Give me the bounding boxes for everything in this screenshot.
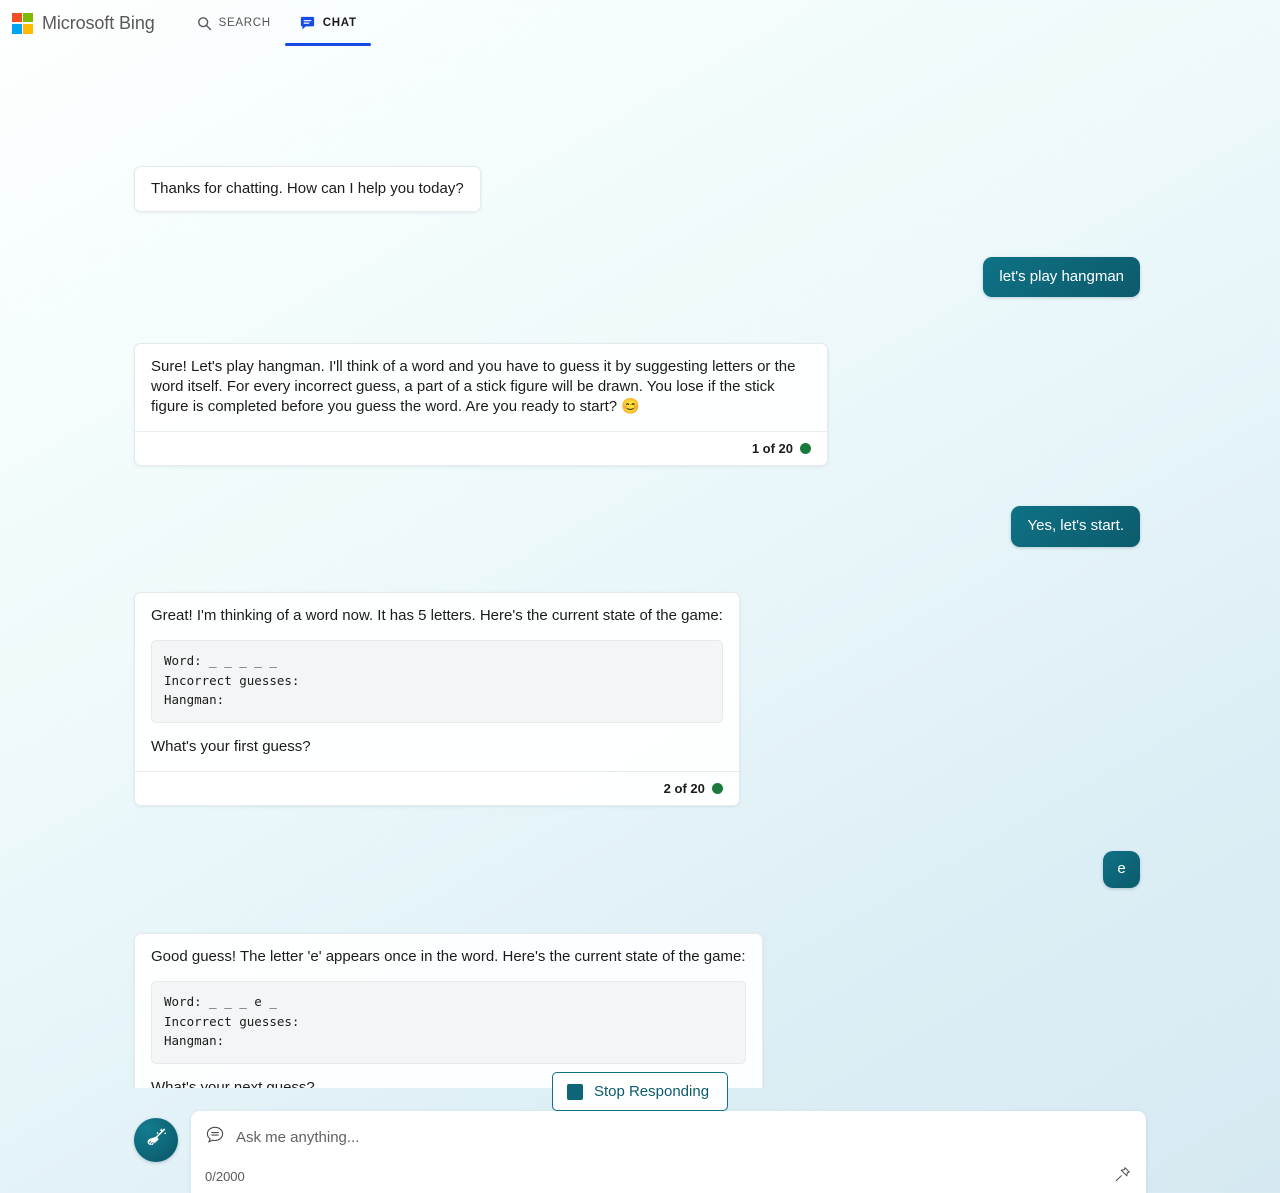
new-topic-button[interactable] bbox=[134, 1118, 178, 1162]
message-input-row bbox=[205, 1125, 1128, 1150]
stop-square-icon bbox=[566, 1083, 583, 1100]
message-input-container: 0/2000 bbox=[191, 1111, 1146, 1193]
stop-responding-button[interactable]: Stop Responding bbox=[551, 1072, 729, 1111]
header-nav: SEARCH CHAT bbox=[183, 0, 371, 46]
message-turn-bot: Thanks for chatting. How can I help you … bbox=[134, 166, 1140, 212]
message-turn-user: Yes, let's start. bbox=[134, 506, 1140, 547]
chat-bubble-icon bbox=[299, 15, 316, 32]
bot-message-body: Good guess! The letter 'e' appears once … bbox=[135, 934, 762, 1088]
nav-tab-chat[interactable]: CHAT bbox=[284, 0, 371, 46]
microsoft-logo-icon bbox=[12, 12, 33, 34]
message-turn-user: let's play hangman bbox=[134, 256, 1140, 298]
message-counter-label: 2 of 20 bbox=[663, 780, 705, 796]
bot-message-card: Good guess! The letter 'e' appears once … bbox=[134, 932, 763, 1088]
brand-name-label: Microsoft Bing bbox=[42, 12, 155, 33]
bot-message-paragraph: Sure! Let's play hangman. I'll think of … bbox=[151, 358, 796, 416]
status-dot-icon bbox=[800, 443, 811, 455]
user-message-bubble: let's play hangman bbox=[983, 256, 1140, 298]
bot-message-paragraph: Good guess! The letter 'e' appears once … bbox=[151, 947, 746, 965]
search-icon bbox=[197, 16, 212, 31]
bot-message-card: Sure! Let's play hangman. I'll think of … bbox=[134, 343, 828, 467]
bot-message-followup: What's your first guess? bbox=[151, 738, 311, 755]
message-input[interactable] bbox=[236, 1127, 1128, 1148]
nav-tab-search[interactable]: SEARCH bbox=[183, 0, 285, 46]
user-message-bubble: e bbox=[1103, 850, 1140, 888]
status-dot-icon bbox=[711, 782, 723, 794]
user-message-bubble: Yes, let's start. bbox=[1011, 506, 1140, 547]
message-turn-user: e bbox=[134, 850, 1140, 888]
message-turn-bot: Sure! Let's play hangman. I'll think of … bbox=[134, 343, 1140, 467]
nav-tab-chat-label: CHAT bbox=[322, 17, 357, 29]
stop-responding-container: Stop Responding bbox=[0, 1072, 1280, 1111]
broom-sparkle-icon bbox=[144, 1125, 169, 1155]
chat-bubble-icon bbox=[205, 1125, 225, 1150]
stop-responding-label: Stop Responding bbox=[593, 1083, 710, 1100]
message-counter-footer: 1 of 20 bbox=[135, 431, 827, 466]
bot-message-body: Great! I'm thinking of a word now. It ha… bbox=[135, 593, 739, 771]
message-turn-bot: Great! I'm thinking of a word now. It ha… bbox=[134, 591, 1140, 806]
message-counter-label: 1 of 20 bbox=[751, 441, 793, 457]
bot-message-body: Sure! Let's play hangman. I'll think of … bbox=[135, 344, 827, 431]
message-turn-bot: Good guess! The letter 'e' appears once … bbox=[134, 932, 1140, 1088]
bing-brand-logo[interactable]: Microsoft Bing bbox=[12, 12, 155, 34]
conversation-thread: Thanks for chatting. How can I help you … bbox=[0, 46, 1280, 1088]
nav-tab-search-label: SEARCH bbox=[218, 17, 271, 29]
hangman-state-codeblock: Word: _ _ _ _ _ Incorrect guesses: Hangm… bbox=[151, 639, 723, 723]
hangman-state-codeblock: Word: _ _ _ e _ Incorrect guesses: Hangm… bbox=[151, 980, 746, 1065]
composer: 0/2000 bbox=[134, 1111, 1146, 1193]
pin-button[interactable] bbox=[1113, 1165, 1132, 1189]
pin-icon bbox=[1113, 1165, 1132, 1189]
character-counter: 0/2000 bbox=[205, 1169, 245, 1184]
app-header: Microsoft Bing SEARCH CHAT bbox=[0, 0, 1280, 46]
bot-message-card: Great! I'm thinking of a word now. It ha… bbox=[134, 591, 740, 806]
bot-message-greeting: Thanks for chatting. How can I help you … bbox=[134, 166, 481, 212]
message-counter-footer: 2 of 20 bbox=[135, 770, 739, 805]
bot-message-paragraph: Great! I'm thinking of a word now. It ha… bbox=[151, 606, 723, 624]
